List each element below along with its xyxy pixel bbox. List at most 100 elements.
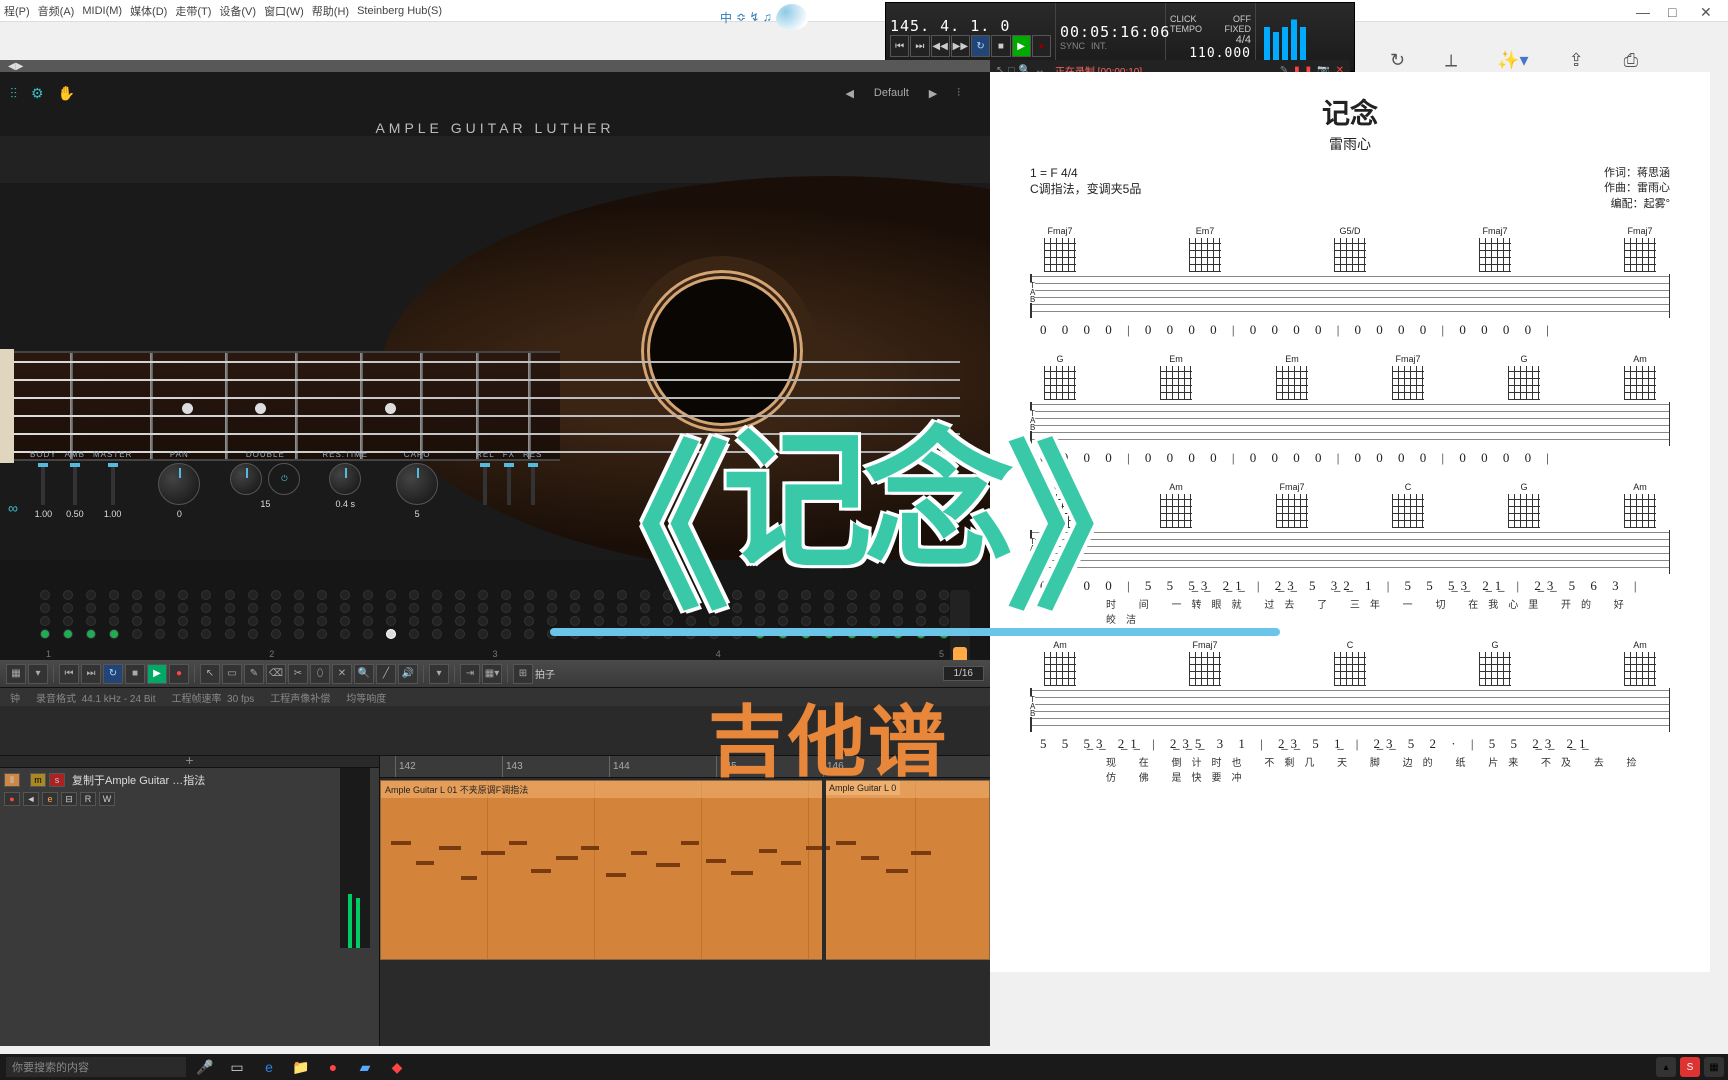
preset-menu-button[interactable]: ⫶ bbox=[957, 87, 960, 100]
midi-note[interactable] bbox=[531, 869, 551, 873]
midi-note[interactable] bbox=[416, 861, 434, 865]
seq-step[interactable] bbox=[478, 603, 488, 613]
midi-note[interactable] bbox=[836, 841, 856, 845]
midi-note[interactable] bbox=[461, 876, 477, 880]
seq-step[interactable] bbox=[225, 603, 235, 613]
seq-step[interactable] bbox=[155, 603, 165, 613]
app-icon[interactable]: ▰ bbox=[352, 1056, 378, 1078]
midi-note[interactable] bbox=[806, 846, 830, 850]
add-track-button[interactable]: + bbox=[0, 756, 379, 768]
magic-icon[interactable]: ✨▾ bbox=[1497, 50, 1528, 71]
seq-step[interactable] bbox=[317, 629, 327, 639]
seq-step[interactable] bbox=[455, 616, 465, 626]
seq-step[interactable] bbox=[109, 603, 119, 613]
seq-step[interactable] bbox=[132, 616, 142, 626]
seq-step[interactable] bbox=[201, 616, 211, 626]
tool-button[interactable]: ▦ bbox=[6, 664, 26, 684]
midi-note[interactable] bbox=[556, 856, 578, 860]
seq-step[interactable] bbox=[317, 616, 327, 626]
seq-step[interactable] bbox=[294, 629, 304, 639]
midi-note[interactable] bbox=[481, 851, 505, 855]
forward-button[interactable]: ▶▶ bbox=[951, 35, 970, 57]
seq-step[interactable] bbox=[317, 603, 327, 613]
quantize-value[interactable]: 1/16 bbox=[943, 666, 984, 681]
seq-step[interactable] bbox=[248, 616, 258, 626]
seq-step[interactable] bbox=[248, 590, 258, 600]
cubase-icon[interactable]: ◆ bbox=[384, 1056, 410, 1078]
seq-step[interactable] bbox=[432, 603, 442, 613]
tray-icon[interactable]: ▴ bbox=[1656, 1057, 1676, 1077]
erase-tool[interactable]: ⌫ bbox=[266, 664, 286, 684]
midi-note[interactable] bbox=[439, 846, 461, 850]
seq-step[interactable] bbox=[317, 590, 327, 600]
seq-step[interactable] bbox=[340, 590, 350, 600]
line-tool[interactable]: ╱ bbox=[376, 664, 396, 684]
menu-item[interactable]: 帮助(H) bbox=[312, 3, 349, 19]
seq-step[interactable] bbox=[40, 603, 50, 613]
seq-step[interactable] bbox=[201, 603, 211, 613]
seq-step[interactable] bbox=[40, 629, 50, 639]
seq-step[interactable] bbox=[409, 603, 419, 613]
menu-item[interactable]: 程(P) bbox=[4, 3, 30, 19]
rewind-end-button[interactable]: ⏭ bbox=[81, 664, 101, 684]
seq-step[interactable] bbox=[155, 616, 165, 626]
seq-step[interactable] bbox=[271, 590, 281, 600]
seq-step[interactable] bbox=[178, 603, 188, 613]
seq-step[interactable] bbox=[40, 616, 50, 626]
seq-step[interactable] bbox=[86, 616, 96, 626]
seq-step[interactable] bbox=[340, 616, 350, 626]
rewind-start-button[interactable]: ⏮ bbox=[890, 35, 909, 57]
snap-type[interactable]: ▦▾ bbox=[482, 664, 502, 684]
preset-name[interactable]: Default bbox=[874, 87, 909, 99]
midi-note[interactable] bbox=[681, 841, 699, 845]
midi-note[interactable] bbox=[581, 846, 599, 850]
seq-step[interactable] bbox=[340, 629, 350, 639]
seq-step[interactable] bbox=[432, 616, 442, 626]
seq-step[interactable] bbox=[294, 590, 304, 600]
seq-step[interactable] bbox=[86, 590, 96, 600]
seq-step[interactable] bbox=[178, 616, 188, 626]
power-button[interactable]: ⏻ bbox=[268, 463, 300, 495]
seq-step[interactable] bbox=[478, 629, 488, 639]
midi-note[interactable] bbox=[781, 861, 801, 865]
seq-step[interactable] bbox=[501, 590, 511, 600]
midi-track[interactable]: ⫴ m s 复制于Ample Guitar …指法 ● ◄ e ⊟ R W bbox=[0, 768, 379, 948]
maximize-button[interactable]: □ bbox=[1668, 4, 1682, 18]
minimize-button[interactable]: — bbox=[1636, 4, 1650, 18]
menu-item[interactable]: Steinberg Hub(S) bbox=[357, 5, 442, 17]
seq-step[interactable] bbox=[294, 603, 304, 613]
edit-button[interactable]: e bbox=[42, 792, 58, 806]
seq-step[interactable] bbox=[409, 616, 419, 626]
seq-step[interactable] bbox=[455, 590, 465, 600]
seq-step[interactable] bbox=[86, 629, 96, 639]
menu-item[interactable]: 媒体(D) bbox=[130, 3, 167, 19]
seq-step[interactable] bbox=[386, 616, 396, 626]
seq-step[interactable] bbox=[178, 629, 188, 639]
menu-item[interactable]: 走带(T) bbox=[175, 3, 211, 19]
click-value[interactable]: OFF bbox=[1233, 14, 1251, 24]
seq-step[interactable] bbox=[363, 629, 373, 639]
read-button[interactable]: R bbox=[80, 792, 96, 806]
seq-step[interactable] bbox=[524, 603, 534, 613]
share-icon[interactable]: ⇪ bbox=[1569, 50, 1584, 71]
seq-step[interactable] bbox=[340, 603, 350, 613]
stop-button[interactable]: ■ bbox=[125, 664, 145, 684]
seq-step[interactable] bbox=[386, 603, 396, 613]
seq-step[interactable] bbox=[63, 616, 73, 626]
cycle-button[interactable]: ↻ bbox=[103, 664, 123, 684]
seq-step[interactable] bbox=[178, 590, 188, 600]
tray-icon[interactable]: ▦ bbox=[1704, 1057, 1724, 1077]
record-app-icon[interactable]: ● bbox=[320, 1056, 346, 1078]
restime-knob[interactable] bbox=[329, 463, 361, 495]
seq-step[interactable] bbox=[63, 629, 73, 639]
seq-step[interactable] bbox=[225, 616, 235, 626]
seq-step[interactable] bbox=[63, 603, 73, 613]
seq-step[interactable] bbox=[132, 603, 142, 613]
seq-step[interactable] bbox=[294, 616, 304, 626]
seq-step[interactable] bbox=[248, 629, 258, 639]
seq-step[interactable] bbox=[386, 590, 396, 600]
split-tool[interactable]: ✂ bbox=[288, 664, 308, 684]
cycle-button[interactable]: ↻ bbox=[971, 35, 990, 57]
time-position[interactable]: 00:05:16:06 bbox=[1060, 23, 1161, 41]
freeze-button[interactable]: ⊟ bbox=[61, 792, 77, 806]
